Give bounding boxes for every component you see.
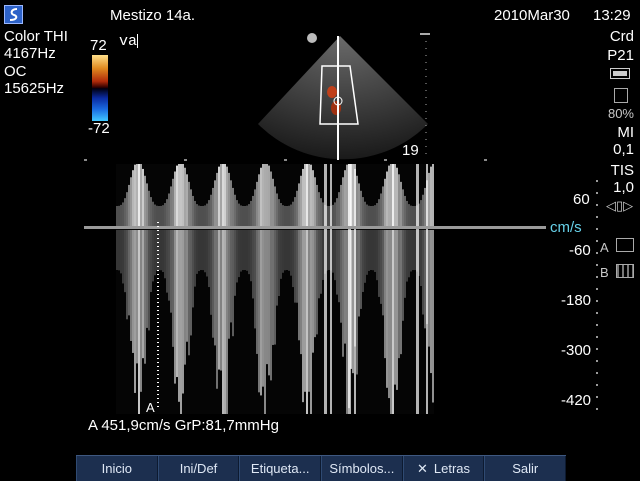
color-scale-min: -72 <box>88 120 110 137</box>
percent-label: 80% <box>607 106 634 121</box>
tis-label: TIS <box>610 162 634 179</box>
scroll-arrows-icon[interactable]: ◁▯▷ <box>606 198 633 213</box>
logo-icon <box>4 5 23 24</box>
cursor-line[interactable] <box>157 222 159 410</box>
annotation-text[interactable]: va <box>119 33 139 50</box>
probe-label: P21 <box>607 47 634 64</box>
velocity-unit: cm/s <box>550 219 582 236</box>
velocity-label-minus420: -420 <box>561 392 592 409</box>
save-disk-icon[interactable] <box>614 88 628 103</box>
close-x-icon: ✕ <box>417 461 428 476</box>
velocity-label-minus180: -180 <box>561 292 592 309</box>
menu-inicio[interactable]: Inicio <box>76 456 158 481</box>
velocity-label-minus60: -60 <box>569 242 591 259</box>
velocity-label-minus300: -300 <box>561 342 592 359</box>
exam-time: 13:29 <box>593 7 631 24</box>
patient-name: Mestizo 14a. <box>110 7 196 24</box>
oc-label: OC <box>4 63 27 80</box>
menu-ini-def[interactable]: Ini/Def <box>157 456 240 481</box>
printer-icon[interactable] <box>616 238 634 252</box>
cursor-label: A <box>146 400 155 415</box>
sector-image <box>258 33 430 160</box>
baseline[interactable] <box>84 226 546 229</box>
depth-marker: 19 <box>402 142 419 159</box>
velocity-label-60: 60 <box>573 191 590 208</box>
menu-letras[interactable]: ✕ Letras <box>402 456 485 481</box>
film-icon[interactable] <box>616 264 634 278</box>
menu-salir[interactable]: Salir <box>484 456 567 481</box>
time-ticks <box>84 159 544 161</box>
mi-label: MI <box>617 124 634 141</box>
video-b-label: B <box>600 265 609 280</box>
mi-value: 0,1 <box>613 141 634 158</box>
application-label: Crd <box>609 28 634 45</box>
color-scale-bar <box>92 55 108 121</box>
exam-date: 2010Mar30 <box>494 7 570 24</box>
printer-a-label: A <box>600 240 609 255</box>
softkey-menu: Inicio Ini/Def Etiqueta... Símbolos... ✕… <box>76 455 567 481</box>
menu-simbolos[interactable]: Símbolos... <box>321 456 403 481</box>
tis-value: 1,0 <box>613 179 634 196</box>
battery-icon <box>610 68 630 79</box>
frequency-label: 4167Hz <box>4 45 56 62</box>
menu-etiqueta[interactable]: Etiqueta... <box>239 456 322 481</box>
velocity-scale-ruler <box>596 180 598 410</box>
prf-label: 15625Hz <box>4 80 65 97</box>
spectral-doppler <box>116 164 434 414</box>
color-scale-max: 72 <box>90 37 107 54</box>
measurement-result: A 451,9cm/s GrP:81,7mmHg <box>88 417 279 434</box>
mode-label: Color THI <box>4 28 68 45</box>
